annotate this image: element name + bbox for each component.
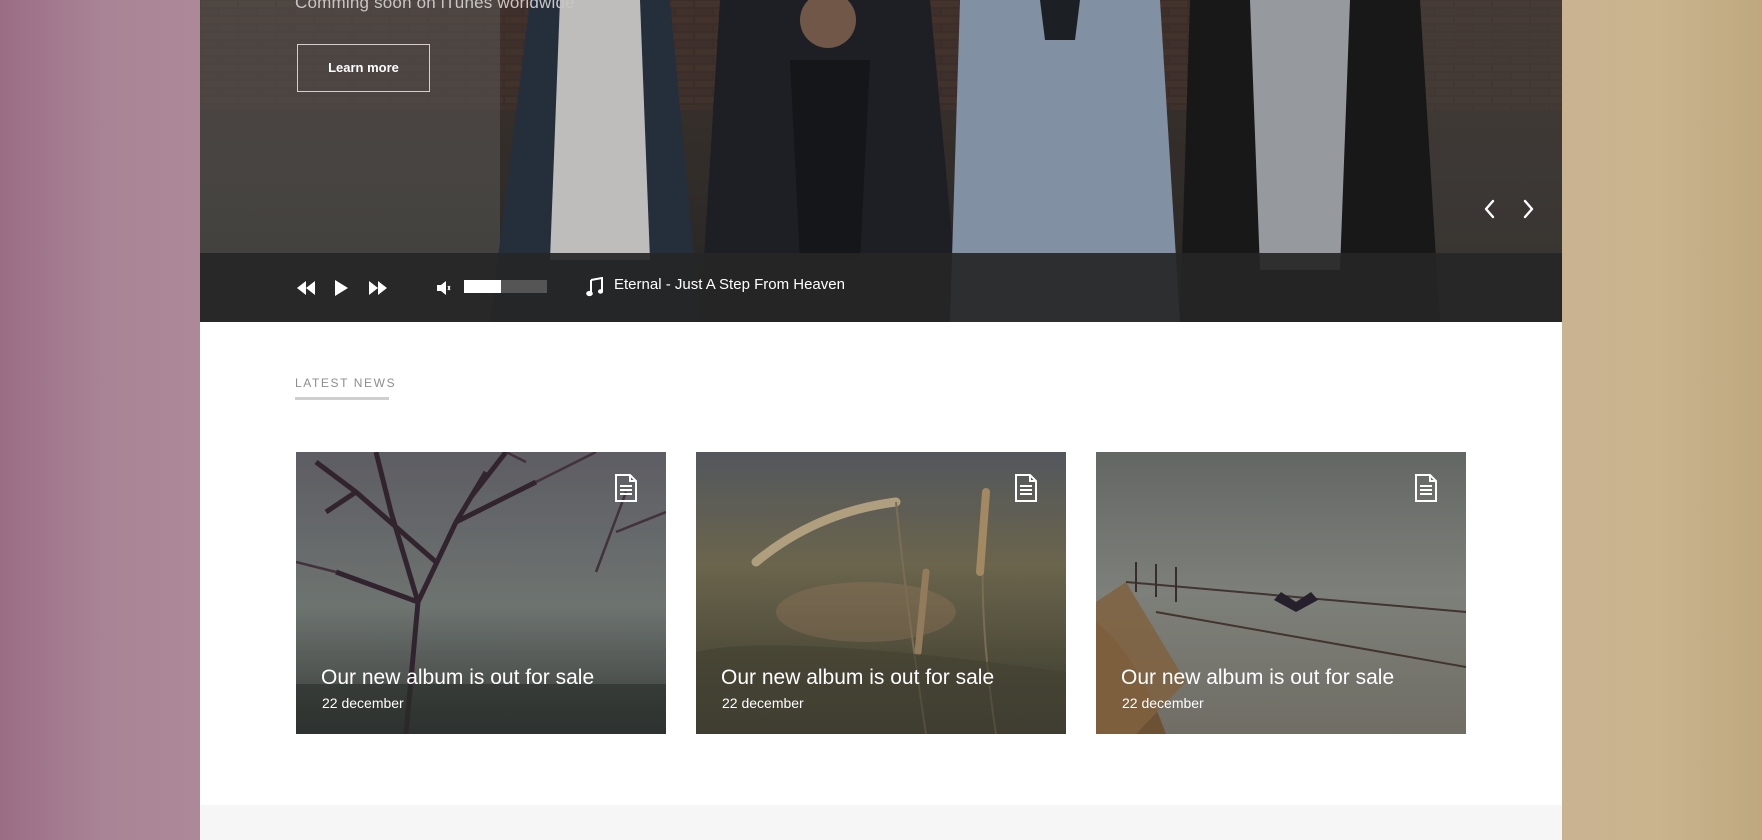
news-card-image — [1096, 452, 1466, 734]
news-card-title: Our new album is out for sale — [1121, 666, 1395, 689]
news-card-date: 22 december — [1122, 695, 1204, 711]
footer-strip — [200, 805, 1562, 840]
music-note-icon — [586, 277, 603, 297]
volume-slider[interactable] — [464, 280, 547, 293]
news-card-date: 22 december — [722, 695, 804, 711]
news-card-image — [296, 452, 666, 734]
news-card-image — [696, 452, 1066, 734]
hero-slider: Comming soon on iTunes worldwide Learn m… — [200, 0, 1562, 322]
chevron-right-icon[interactable] — [1516, 196, 1540, 222]
now-playing-title: Eternal - Just A Step From Heaven — [614, 276, 845, 293]
page-container: Comming soon on iTunes worldwide Learn m… — [200, 0, 1562, 840]
volume-level-fill — [464, 280, 502, 293]
chevron-left-icon[interactable] — [1478, 196, 1502, 222]
news-card[interactable]: Our new album is out for sale 22 decembe… — [296, 452, 666, 734]
audio-player: Eternal - Just A Step From Heaven — [200, 253, 1562, 322]
volume-icon[interactable] — [436, 279, 452, 297]
document-icon — [1415, 474, 1437, 502]
document-icon — [1015, 474, 1037, 502]
news-card[interactable]: Our new album is out for sale 22 decembe… — [1096, 452, 1466, 734]
news-card-title: Our new album is out for sale — [321, 666, 595, 689]
news-card[interactable]: Our new album is out for sale 22 decembe… — [696, 452, 1066, 734]
fast-forward-icon[interactable] — [368, 279, 388, 297]
news-card-title: Our new album is out for sale — [721, 666, 995, 689]
section-title: LATEST NEWS — [295, 376, 397, 390]
news-card-date: 22 december — [322, 695, 404, 711]
document-icon — [615, 474, 637, 502]
learn-more-button[interactable]: Learn more — [297, 44, 430, 92]
play-icon[interactable] — [333, 279, 349, 297]
section-title-underline — [295, 397, 389, 400]
rewind-icon[interactable] — [296, 279, 316, 297]
hero-subtitle: Comming soon on iTunes worldwide — [295, 0, 575, 12]
